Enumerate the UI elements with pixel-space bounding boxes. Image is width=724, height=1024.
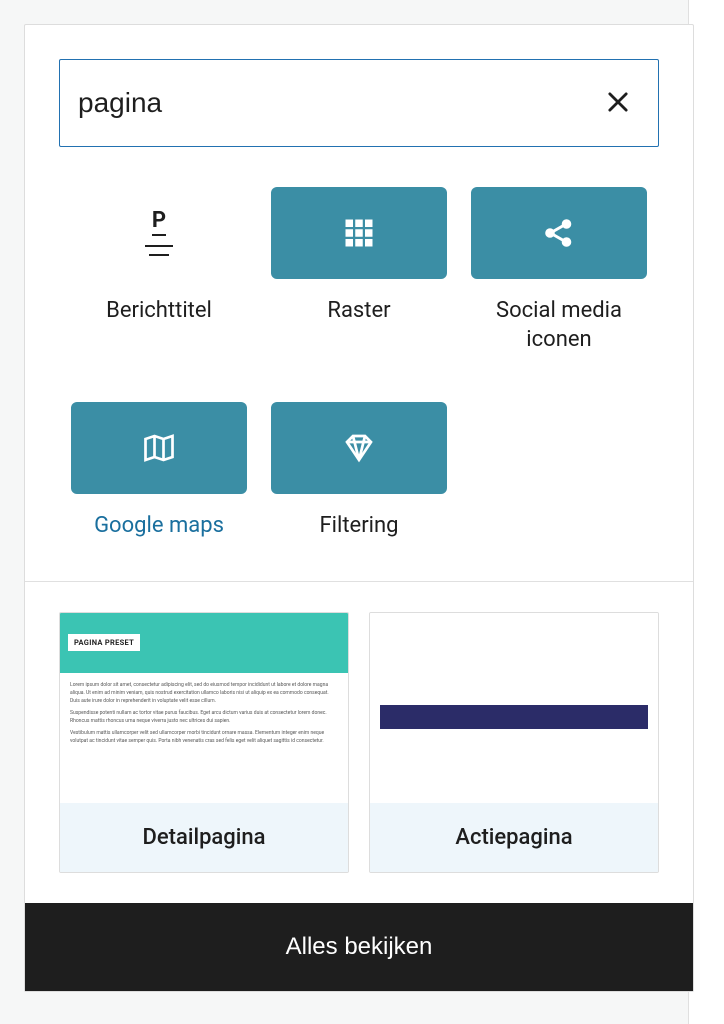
block-filtering[interactable]: Filtering <box>259 402 459 541</box>
block-label: Social media iconen <box>465 297 653 354</box>
search-input[interactable] <box>78 87 596 119</box>
search-box <box>59 59 659 147</box>
block-google-maps[interactable]: Google maps <box>59 402 259 541</box>
view-all-label: Alles bekijken <box>286 933 433 960</box>
clear-search-button[interactable] <box>596 80 640 127</box>
pattern-preview: PAGINA PRESET Lorem ipsum dolor sit amet… <box>60 613 348 803</box>
block-label: Google maps <box>94 512 224 541</box>
pattern-preview <box>370 613 658 803</box>
preview-bar <box>380 705 648 729</box>
block-label: Berichttitel <box>106 297 212 326</box>
view-all-button[interactable]: Alles bekijken <box>25 903 693 991</box>
block-inserter-panel: P Berichttitel Raster <box>24 24 694 992</box>
block-berichttitel[interactable]: P Berichttitel <box>59 187 259 354</box>
blocks-grid: P Berichttitel Raster <box>25 147 693 581</box>
pattern-detailpagina[interactable]: PAGINA PRESET Lorem ipsum dolor sit amet… <box>59 612 349 873</box>
block-social-media-iconen[interactable]: Social media iconen <box>459 187 659 354</box>
pattern-actiepagina[interactable]: Actiepagina <box>369 612 659 873</box>
post-title-icon: P <box>71 187 247 279</box>
grid-icon <box>271 187 447 279</box>
map-icon <box>71 402 247 494</box>
share-icon <box>471 187 647 279</box>
block-raster[interactable]: Raster <box>259 187 459 354</box>
close-icon <box>604 88 632 119</box>
block-label: Filtering <box>319 512 398 541</box>
patterns-row: PAGINA PRESET Lorem ipsum dolor sit amet… <box>25 582 693 873</box>
diamond-icon <box>271 402 447 494</box>
preset-title: PAGINA PRESET <box>68 634 140 651</box>
block-label: Raster <box>327 297 390 326</box>
search-container <box>25 25 693 147</box>
pattern-label: Actiepagina <box>370 803 658 872</box>
pattern-label: Detailpagina <box>60 803 348 872</box>
